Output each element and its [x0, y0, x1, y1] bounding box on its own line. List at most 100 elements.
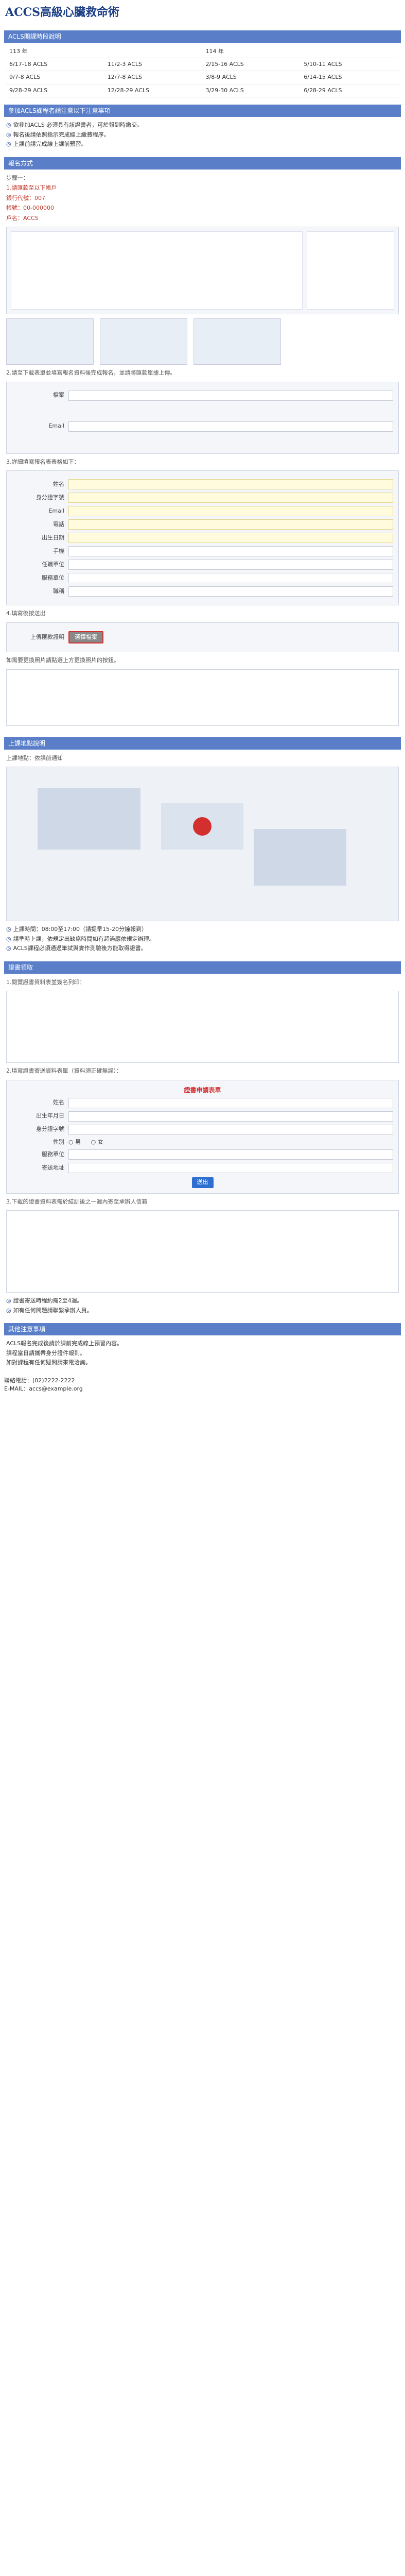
signup-screenshot [6, 227, 399, 314]
file-field[interactable] [68, 390, 393, 401]
schedule-cell: 11/2-3 ACLS [104, 58, 203, 71]
screenshot-main-panel [11, 231, 303, 310]
schedule-section: 113 年 114 年 6/17-18 ACLS 11/2-3 ACLS 2/1… [4, 43, 401, 99]
gender-radio-group: ○ 男 ○ 女 [68, 1138, 393, 1147]
bank-line: 帳號：00-000000 [6, 205, 54, 211]
schedule-table: 113 年 114 年 6/17-18 ACLS 11/2-3 ACLS 2/1… [6, 46, 399, 97]
id-number-field[interactable] [68, 493, 393, 503]
form-row: 手機 [12, 546, 393, 556]
footer: 聯絡電話：(02)2222-2222 E-MAIL：accs@example.o… [4, 1377, 401, 1394]
schedule-cell: 9/28-29 ACLS [6, 84, 104, 97]
table-row: 9/28-29 ACLS 12/28-29 ACLS 3/29-30 ACLS … [6, 84, 399, 97]
thumbnail-image [6, 318, 94, 365]
certificate-form-preview [6, 1210, 399, 1293]
job-title-field[interactable] [68, 586, 393, 597]
form-row: 出生年月日 [12, 1111, 393, 1122]
phone-field[interactable] [68, 519, 393, 530]
birthdate-field[interactable] [68, 1111, 393, 1122]
schedule-cell: 12/7-8 ACLS [104, 71, 203, 84]
schedule-cell: 2/15-16 ACLS [202, 58, 301, 71]
schedule-header: 113 年 [6, 46, 104, 58]
upload-control: 選擇檔案 [68, 631, 393, 643]
schedule-cell: 3/8-9 ACLS [202, 71, 301, 84]
records-table-screenshot [6, 669, 399, 726]
name-field[interactable] [68, 479, 393, 489]
form-row: 職稱 [12, 586, 393, 597]
schedule-cell: 9/7-8 ACLS [6, 71, 104, 84]
campus-map [6, 767, 399, 921]
radio-male[interactable]: ○ 男 [68, 1139, 81, 1145]
submit-button[interactable]: 送出 [191, 1177, 214, 1188]
bank-intro: 1.請匯款至以下帳戶 [6, 184, 57, 191]
form-row: 檔案 [12, 390, 393, 401]
form-row: 服務單位 [12, 1149, 393, 1160]
schedule-cell: 3/29-30 ACLS [202, 84, 301, 97]
list-item: ◎ 報名後請依照指示完成線上繳費程序。 [6, 131, 110, 138]
schedule-cell: 6/17-18 ACLS [6, 58, 104, 71]
footer-email: E-MAIL：accs@example.org [4, 1385, 83, 1392]
thumbnail-image [193, 318, 281, 365]
bullet-icon: ◎ [6, 131, 11, 138]
form-actions: 送出 [12, 1177, 393, 1188]
form-row: 任職單位 [12, 560, 393, 570]
id-number-field[interactable] [68, 1124, 393, 1135]
schedule-header [301, 46, 399, 58]
list-item: ◎ ACLS課程必須通過筆試與實作測驗後方能取得證書。 [6, 945, 147, 952]
section-header-schedule: ACLS開課時段說明 [4, 30, 401, 43]
bank-line: 戶名：ACCS [6, 214, 39, 222]
verify-note: 如需要更換照片請點選上方更換照片的按鈕。 [6, 657, 119, 664]
step3-text: 3.詳細填寫報名表表格如下： [6, 458, 80, 465]
schedule-cell: 6/14-15 ACLS [301, 71, 399, 84]
form-row: 服務單位 [12, 573, 393, 583]
step-label: 步驟一： [6, 174, 29, 181]
list-item: ◎ 證書寄送時程約需2至4週。 [6, 1297, 83, 1304]
name-field[interactable] [68, 1097, 393, 1108]
notes-section: ◎ 欲參加ACLS 必須具有該證書者，可於報到時繳交。 ◎ 報名後請依照指示完成線上… [4, 117, 401, 152]
map-graphic [38, 788, 346, 886]
form-row: 身分證字號 [12, 493, 393, 503]
upload-label: 上傳匯款證明 [30, 633, 64, 640]
step4-text: 4.填寫後按送出 [6, 610, 46, 617]
form-row: 寄送地址 [12, 1163, 393, 1173]
certificate-preview [6, 991, 399, 1063]
list-item: ACLS報名完成後請於課前完成線上預習內容。 [6, 1340, 123, 1347]
form-row: 性別 ○ 男 ○ 女 [12, 1138, 393, 1147]
cert-step2: 2.填寫證書寄送資料表單（資料須正確無誤）： [6, 1067, 122, 1074]
page: ACCS高級心臟救命術 ACLS開課時段說明 113 年 114 年 6/17-… [0, 0, 405, 1404]
bullet-icon: ◎ [6, 926, 11, 933]
cert-step1: 1.閱覽證書資料表並簽名列印： [6, 978, 85, 986]
form-label: 檔案 [53, 392, 64, 399]
cert-step3: 3.下載的證書資料表需於結訓後之一週內寄至承辦人信箱 [6, 1198, 148, 1205]
form-title: 證書申請表單 [184, 1086, 221, 1094]
signup-section: 步驟一： 1.請匯款至以下帳戶 銀行代號：007 帳號：00-000000 戶名… [4, 170, 401, 732]
form-row: 姓名 [12, 479, 393, 489]
list-item: 如對課程有任何疑問請來電洽詢。 [6, 1359, 91, 1366]
email-field[interactable] [68, 421, 393, 432]
table-row: 9/7-8 ACLS 12/7-8 ACLS 3/8-9 ACLS 6/14-1… [6, 71, 399, 84]
radio-female[interactable]: ○ 女 [91, 1139, 103, 1145]
certificate-section: 1.閱覽證書資料表並簽名列印： 2.填寫證書寄送資料表單（資料須正確無誤）： 證… [4, 974, 401, 1318]
form-label: Email [48, 422, 64, 430]
employer-field[interactable] [68, 560, 393, 570]
certificate-form: 證書申請表單 姓名 出生年月日 身分證字號 性別 ○ 男 ○ 女 服務單位 寄送… [6, 1079, 399, 1194]
bullet-icon: ◎ [6, 122, 11, 128]
screenshot-side-panel [307, 231, 394, 310]
section-header-notes: 參加ACLS課程者請注意以下注意事項 [4, 105, 401, 117]
bullet-icon: ◎ [6, 141, 11, 147]
email-field[interactable] [68, 506, 393, 516]
mobile-field[interactable] [68, 546, 393, 556]
address-field[interactable] [68, 1163, 393, 1173]
department-field[interactable] [68, 573, 393, 583]
bullet-icon: ◎ [6, 945, 11, 952]
registration-form: 姓名 身分證字號 Email 電話 出生日期 手機 任職單位 服務單位 職稱 [6, 470, 399, 605]
birthdate-field[interactable] [68, 533, 393, 543]
list-item: ◎ 上課時間：08:00至17:00（請提早15-20分鐘報到） [6, 926, 147, 933]
section-header-contact: 其他注意事項 [4, 1323, 401, 1335]
list-item: 課程當日請攜帶身分證件報到。 [6, 1349, 85, 1357]
choose-file-button[interactable]: 選擇檔案 [68, 631, 103, 643]
upload-screenshot: 檔案 Email [6, 381, 399, 454]
bank-line: 銀行代號：007 [6, 194, 45, 201]
upload-receipt-panel: 上傳匯款證明 選擇檔案 [6, 622, 399, 652]
organization-field[interactable] [68, 1149, 393, 1160]
venue-section: 上課地點：依課前通知 ◎ 上課時間：08:00至17:00（請提早15-20分鐘報… [4, 750, 401, 956]
